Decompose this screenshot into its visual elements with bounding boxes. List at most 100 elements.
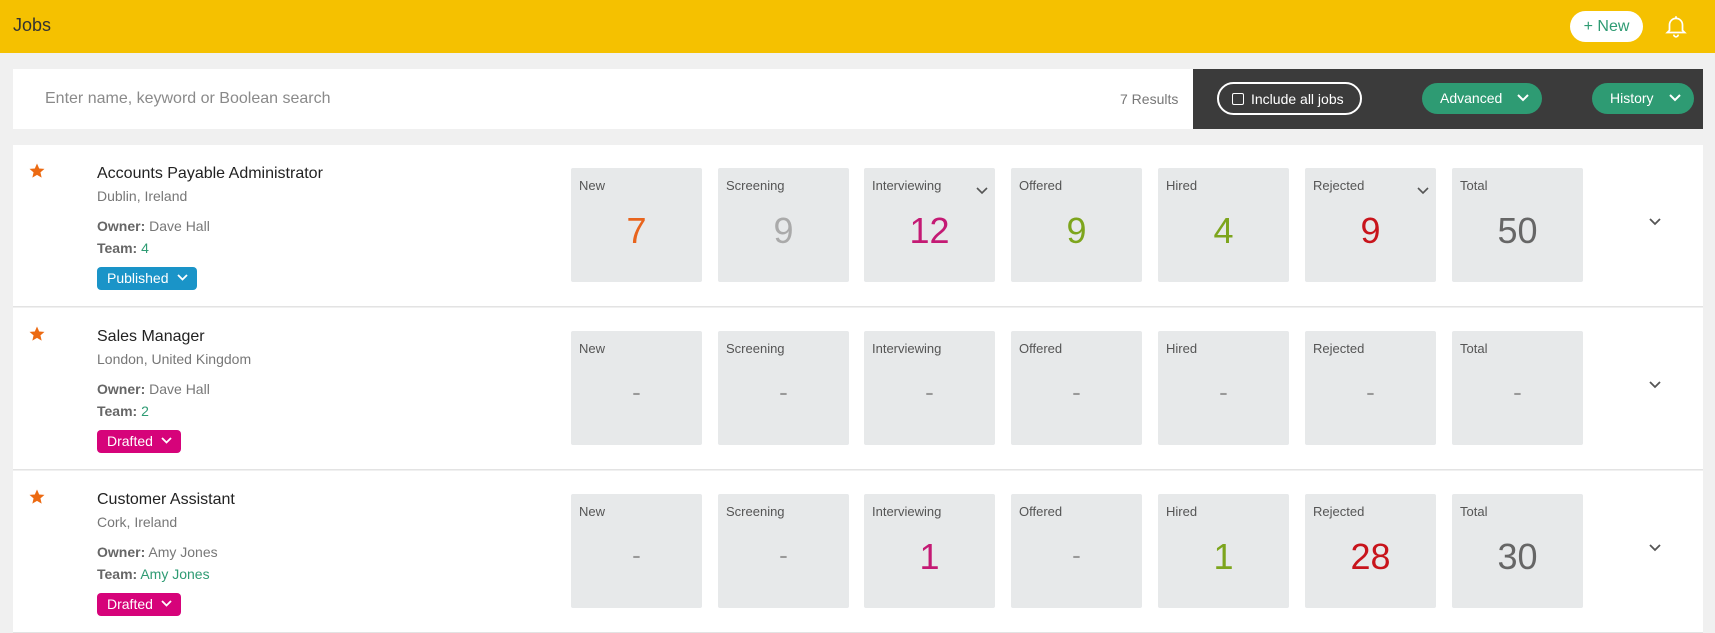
stage-label: Offered <box>1019 178 1063 193</box>
top-bar: Jobs + New <box>0 0 1715 53</box>
job-owner: Owner: Dave Hall <box>97 381 210 397</box>
expand-chevron-icon[interactable] <box>1648 543 1662 553</box>
star-icon[interactable] <box>28 488 46 506</box>
chevron-down-icon <box>176 274 188 281</box>
stage-label: Rejected <box>1313 341 1365 356</box>
stage-count: - <box>1366 377 1375 407</box>
advanced-label: Advanced <box>1440 90 1503 106</box>
owner-label: Owner: <box>97 381 146 397</box>
stage-count: 7 <box>626 210 647 251</box>
chevron-down-icon <box>161 600 172 607</box>
search-input[interactable] <box>13 69 1193 129</box>
stage-new[interactable]: New - <box>571 331 702 445</box>
expand-chevron-icon[interactable] <box>1648 380 1662 390</box>
stage-screening[interactable]: Screening - <box>718 331 849 445</box>
stage-interviewing[interactable]: Interviewing 12 <box>864 168 995 282</box>
stage-offered[interactable]: Offered - <box>1011 494 1142 608</box>
job-team: Team: 4 <box>97 240 149 256</box>
stage-count: 30 <box>1497 536 1538 577</box>
stage-rejected[interactable]: Rejected 28 <box>1305 494 1436 608</box>
job-title[interactable]: Customer Assistant <box>97 491 235 509</box>
stage-label: Interviewing <box>872 504 942 519</box>
owner-name: Amy Jones <box>148 544 218 560</box>
stage-count: - <box>632 540 641 570</box>
job-row[interactable]: Customer Assistant Cork, Ireland Owner: Am… <box>13 471 1703 633</box>
job-title[interactable]: Sales Manager <box>97 328 205 346</box>
stage-label: Total <box>1460 504 1488 519</box>
stage-label: Screening <box>726 178 785 193</box>
stage-count: 9 <box>773 210 794 251</box>
search-bar: 7 Results Include all jobs Advanced Hist… <box>13 69 1703 129</box>
stage-label: Interviewing <box>872 178 942 193</box>
expand-chevron-icon[interactable] <box>1648 217 1662 227</box>
stage-count: - <box>779 377 788 407</box>
job-row[interactable]: Accounts Payable Administrator Dublin, Ir… <box>13 145 1703 307</box>
bell-icon[interactable] <box>1663 13 1689 39</box>
stage-count: - <box>1072 540 1081 570</box>
stage-total[interactable]: Total 50 <box>1452 168 1583 282</box>
stage-label: Rejected <box>1313 504 1365 519</box>
stage-offered[interactable]: Offered 9 <box>1011 168 1142 282</box>
status-label: Drafted <box>107 596 153 612</box>
job-team: Team: 2 <box>97 403 149 419</box>
stage-count: - <box>1513 377 1522 407</box>
stage-label: Total <box>1460 341 1488 356</box>
chevron-down-icon[interactable] <box>1417 182 1429 200</box>
job-row[interactable]: Sales Manager London, United Kingdom Owner… <box>13 308 1703 470</box>
stage-interviewing[interactable]: Interviewing - <box>864 331 995 445</box>
star-icon[interactable] <box>28 162 46 180</box>
team-link[interactable]: 2 <box>141 403 149 419</box>
advanced-button[interactable]: Advanced <box>1422 83 1542 114</box>
job-title[interactable]: Accounts Payable Administrator <box>97 165 323 183</box>
chevron-down-icon <box>1517 94 1529 102</box>
page-title: Jobs <box>13 15 52 35</box>
stage-total[interactable]: Total - <box>1452 331 1583 445</box>
stage-count: 12 <box>909 210 950 251</box>
stage-count: 28 <box>1350 536 1391 577</box>
stage-new[interactable]: New 7 <box>571 168 702 282</box>
chevron-down-icon <box>161 437 172 444</box>
stage-label: Hired <box>1166 341 1198 356</box>
stage-label: New <box>579 504 606 519</box>
include-all-jobs-label: Include all jobs <box>1251 91 1344 107</box>
stage-label: Hired <box>1166 504 1198 519</box>
stage-rejected[interactable]: Rejected 9 <box>1305 168 1436 282</box>
stage-screening[interactable]: Screening - <box>718 494 849 608</box>
team-link[interactable]: 4 <box>141 240 149 256</box>
stage-count: 4 <box>1213 210 1234 251</box>
stage-label: Hired <box>1166 178 1198 193</box>
stage-offered[interactable]: Offered - <box>1011 331 1142 445</box>
stage-hired[interactable]: Hired 1 <box>1158 494 1289 608</box>
results-count: 7 Results <box>1120 91 1179 107</box>
checkbox-icon[interactable] <box>1232 93 1244 105</box>
team-label: Team: <box>97 566 138 582</box>
team-label: Team: <box>97 403 138 419</box>
chevron-down-icon <box>1669 94 1681 102</box>
stage-count: - <box>779 540 788 570</box>
history-button[interactable]: History <box>1592 83 1694 114</box>
stage-label: Screening <box>726 504 785 519</box>
stage-count: 50 <box>1497 210 1538 251</box>
status-badge[interactable]: Drafted <box>97 593 181 616</box>
stage-hired[interactable]: Hired - <box>1158 331 1289 445</box>
job-location: Cork, Ireland <box>97 514 178 530</box>
team-link[interactable]: Amy Jones <box>140 566 209 582</box>
stage-hired[interactable]: Hired 4 <box>1158 168 1289 282</box>
new-job-button[interactable]: + New <box>1570 11 1643 42</box>
stage-count: 1 <box>919 536 940 577</box>
filter-panel: Include all jobs Advanced History <box>1193 69 1703 129</box>
stage-new[interactable]: New - <box>571 494 702 608</box>
stage-interviewing[interactable]: Interviewing 1 <box>864 494 995 608</box>
stage-total[interactable]: Total 30 <box>1452 494 1583 608</box>
job-owner: Owner: Amy Jones <box>97 544 218 560</box>
stage-label: Screening <box>726 341 785 356</box>
owner-label: Owner: <box>97 218 146 234</box>
chevron-down-icon[interactable] <box>976 182 988 200</box>
stage-count: - <box>1072 377 1081 407</box>
stage-screening[interactable]: Screening 9 <box>718 168 849 282</box>
status-badge[interactable]: Published <box>97 267 197 290</box>
star-icon[interactable] <box>28 325 46 343</box>
include-all-jobs-toggle[interactable]: Include all jobs <box>1217 82 1362 115</box>
status-badge[interactable]: Drafted <box>97 430 181 453</box>
stage-rejected[interactable]: Rejected - <box>1305 331 1436 445</box>
